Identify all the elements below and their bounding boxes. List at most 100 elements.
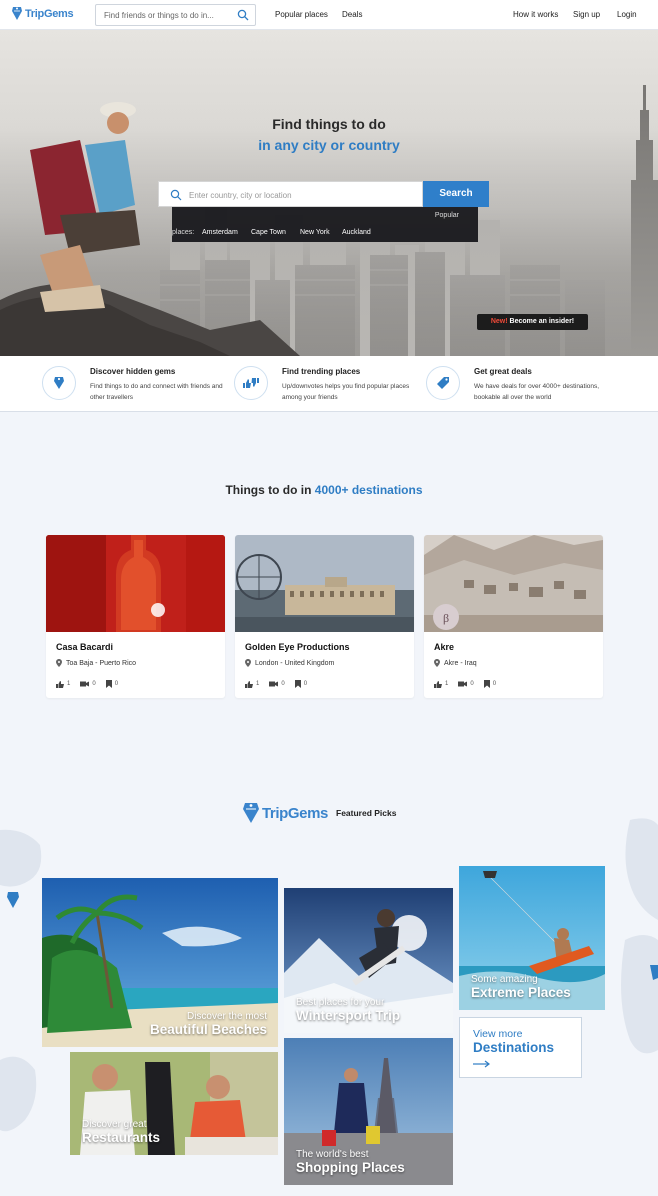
gem-logo-icon — [243, 803, 259, 823]
thumbs-up-icon[interactable] — [56, 680, 64, 688]
things-title-prefix: Things to do in — [225, 483, 312, 497]
search-icon — [170, 189, 182, 201]
gem-icon — [42, 366, 76, 400]
search-button[interactable]: Search — [423, 181, 489, 207]
logo[interactable]: TripGems — [11, 5, 74, 22]
bookmark-icon[interactable] — [294, 680, 301, 688]
hero-search — [158, 181, 423, 207]
tile-extreme[interactable]: Some amazing Extreme Places — [459, 866, 605, 1010]
top-nav: TripGems Popular places Deals How it wor… — [0, 0, 658, 30]
tag-icon — [426, 366, 460, 400]
thumbs-up-icon[interactable] — [245, 680, 253, 688]
tile-caption: The world's best Shopping Places — [296, 1149, 405, 1175]
thumbs-up-icon[interactable] — [434, 680, 442, 688]
card-title: Casa Bacardi — [56, 642, 114, 652]
video-icon[interactable] — [458, 681, 468, 687]
hero-subtitle: in any city or country — [258, 137, 400, 153]
popular-place-link[interactable]: Auckland — [342, 229, 371, 236]
nav-deals[interactable]: Deals — [342, 10, 362, 19]
destination-card[interactable]: β Akre Akre - Iraq 1 0 0 — [424, 535, 603, 698]
destination-card[interactable]: Casa Bacardi Toa Baja - Puerto Rico 1 0 … — [46, 535, 225, 698]
feature-title: Get great deals — [474, 367, 532, 376]
view-more-line2: Destinations — [473, 1040, 555, 1055]
nav-popular-places[interactable]: Popular places — [275, 10, 328, 19]
tile-caption-line2: Extreme Places — [471, 985, 571, 1000]
tile-beaches[interactable]: Discover the most Beautiful Beaches — [42, 878, 278, 1047]
card-location: Akre - Iraq — [434, 659, 477, 667]
featured-header: TripGems Featured Picks — [242, 800, 396, 826]
likes-count: 1 — [67, 681, 71, 687]
location-pin-icon — [56, 659, 62, 667]
become-insider-button[interactable]: New! Become an insider! — [477, 314, 588, 330]
nav-login[interactable]: Login — [617, 10, 637, 19]
view-more-line1: View more — [473, 1028, 523, 1040]
tile-caption-line1: The world's best — [296, 1149, 369, 1160]
thumbs-icon — [234, 366, 268, 400]
features-strip: Discover hidden gems Find things to do a… — [0, 356, 658, 412]
card-stats: 1 0 0 — [434, 680, 506, 688]
tile-caption-line1: Best places for your — [296, 997, 385, 1008]
feature-title: Find trending places — [282, 367, 361, 376]
nav-search — [95, 4, 256, 26]
location-pin-icon — [434, 659, 440, 667]
videos-count: 0 — [92, 681, 96, 687]
tile-caption-line1: Discover the most — [186, 1011, 267, 1022]
tile-caption-line2: Beautiful Beaches — [149, 1022, 267, 1037]
feature-title: Discover hidden gems — [90, 367, 176, 376]
featured-logo-text: TripGems — [262, 804, 328, 822]
likes-count: 1 — [445, 681, 449, 687]
tile-caption-line2: Shopping Places — [296, 1160, 405, 1175]
tile-caption: Discover the most Beautiful Beaches — [150, 1011, 267, 1037]
insider-text: Become an insider! — [509, 318, 575, 325]
popular-place-link[interactable]: Amsterdam — [202, 229, 238, 236]
bookmarks-count: 0 — [492, 681, 497, 687]
feature-desc: Find things to do and connect with frien… — [90, 383, 223, 401]
videos-count: 0 — [470, 681, 474, 687]
tile-caption-line2: Restaurants — [82, 1130, 161, 1145]
card-location-text: London - United Kingdom — [255, 659, 335, 667]
card-location-text: Toa Baja - Puerto Rico — [66, 659, 137, 667]
card-image: β — [424, 535, 603, 632]
tile-caption-line2: Wintersport Trip — [296, 1008, 401, 1023]
video-icon[interactable] — [269, 681, 279, 687]
card-image — [46, 535, 225, 632]
card-stats: 1 0 0 — [245, 680, 317, 688]
arrow-right-icon — [473, 1060, 490, 1068]
likes-count: 1 — [256, 681, 260, 687]
hero-search-input[interactable] — [189, 187, 414, 203]
bookmarks-count: 0 — [114, 681, 119, 687]
bookmark-icon[interactable] — [105, 680, 112, 688]
videos-count: 0 — [281, 681, 285, 687]
tile-caption: Discover great Restaurants — [82, 1119, 160, 1145]
tile-shopping[interactable]: The world's best Shopping Places — [284, 1038, 453, 1185]
popular-label: Popular — [434, 212, 459, 219]
logo-text: TripGems — [25, 7, 74, 20]
feature-desc: We have deals for over 4000+ destination… — [474, 383, 600, 401]
tile-caption: Some amazing Extreme Places — [471, 974, 571, 1000]
bookmark-icon[interactable] — [483, 680, 490, 688]
card-location: Toa Baja - Puerto Rico — [56, 659, 136, 667]
tile-caption-line1: Some amazing — [471, 974, 538, 985]
search-icon[interactable] — [237, 9, 249, 21]
hero-title: Find things to do — [272, 116, 386, 132]
card-title: Golden Eye Productions — [245, 642, 350, 652]
nav-search-input[interactable] — [104, 5, 236, 26]
card-image — [235, 535, 414, 632]
card-location-text: Akre - Iraq — [444, 659, 477, 667]
tile-restaurants[interactable]: Discover great Restaurants — [70, 1052, 278, 1155]
nav-how-it-works[interactable]: How it works — [513, 10, 558, 19]
view-more-destinations[interactable]: View more Destinations — [459, 1017, 582, 1078]
places-prefix: places: — [172, 229, 195, 236]
video-icon[interactable] — [80, 681, 90, 687]
featured-subtitle: Featured Picks — [336, 808, 397, 818]
tile-caption: Best places for your Wintersport Trip — [296, 997, 400, 1023]
popular-place-link[interactable]: New York — [300, 229, 330, 236]
feature-desc: Up/downvotes helps you find popular plac… — [282, 383, 410, 401]
card-stats: 1 0 0 — [56, 680, 128, 688]
gem-logo-icon — [12, 7, 22, 20]
nav-sign-up[interactable]: Sign up — [573, 10, 600, 19]
location-pin-icon — [245, 659, 251, 667]
destination-card[interactable]: Golden Eye Productions London - United K… — [235, 535, 414, 698]
tile-wintersport[interactable]: Best places for your Wintersport Trip — [284, 888, 453, 1033]
popular-place-link[interactable]: Cape Town — [251, 229, 286, 236]
